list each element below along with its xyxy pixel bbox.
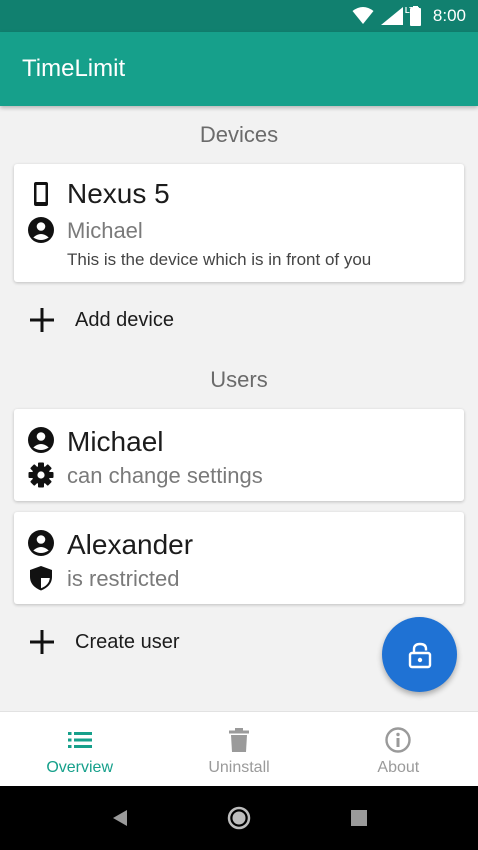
plus-icon <box>28 628 56 656</box>
user-status: is restricted <box>67 566 180 591</box>
status-time: 8:00 <box>432 6 466 25</box>
nav-label-overview: Overview <box>46 759 113 776</box>
wifi-icon <box>352 7 374 25</box>
lock-open-icon <box>406 641 434 669</box>
account-circle-icon <box>28 427 54 453</box>
smartphone-icon <box>28 181 54 207</box>
devices-section-title: Devices <box>199 122 279 147</box>
user-name: Michael <box>67 426 164 457</box>
list-icon <box>66 726 94 754</box>
app-title: TimeLimit <box>22 55 126 82</box>
system-navigation-bar <box>0 786 478 850</box>
device-user-name: Michael <box>67 218 143 243</box>
add-device-button[interactable]: Add device <box>0 292 478 348</box>
nav-label-about: About <box>377 759 420 776</box>
shield-icon <box>28 565 54 591</box>
user-name: Alexander <box>67 529 194 560</box>
nav-label-uninstall: Uninstall <box>208 759 270 776</box>
back-triangle-icon[interactable] <box>108 806 132 830</box>
info-icon <box>384 726 412 754</box>
nav-item-uninstall[interactable]: Uninstall <box>159 712 318 787</box>
cellular-signal-icon: LTE <box>380 6 419 25</box>
network-type-label: LTE <box>404 6 420 15</box>
recents-square-icon[interactable] <box>347 806 371 830</box>
user-card-michael[interactable]: Michael can change settings <box>14 409 464 501</box>
bottom-navigation: Overview Uninstall About <box>0 711 478 786</box>
users-section-title: Users <box>210 367 268 392</box>
status-bar: LTE 8:00 <box>0 0 478 32</box>
status-icons: LTE 8:00 <box>352 5 466 27</box>
user-status: can change settings <box>67 463 263 488</box>
nav-item-about[interactable]: About <box>319 712 478 787</box>
create-user-label: Create user <box>75 631 180 653</box>
account-circle-icon <box>28 217 54 243</box>
nav-item-overview[interactable]: Overview <box>0 712 159 787</box>
settings-gear-icon <box>28 462 54 488</box>
device-card-nexus-5[interactable]: Nexus 5 Michael This is the device which… <box>14 164 464 282</box>
plus-icon <box>28 306 56 334</box>
home-circle-icon[interactable] <box>227 806 251 830</box>
account-circle-icon <box>28 530 54 556</box>
user-card-alexander[interactable]: Alexander is restricted <box>14 512 464 604</box>
unlock-fab-button[interactable] <box>382 617 457 692</box>
device-name: Nexus 5 <box>67 178 170 209</box>
device-note: This is the device which is in front of … <box>67 250 372 269</box>
trash-icon <box>225 726 253 754</box>
app-bar: TimeLimit <box>0 32 478 106</box>
add-device-label: Add device <box>75 309 174 331</box>
